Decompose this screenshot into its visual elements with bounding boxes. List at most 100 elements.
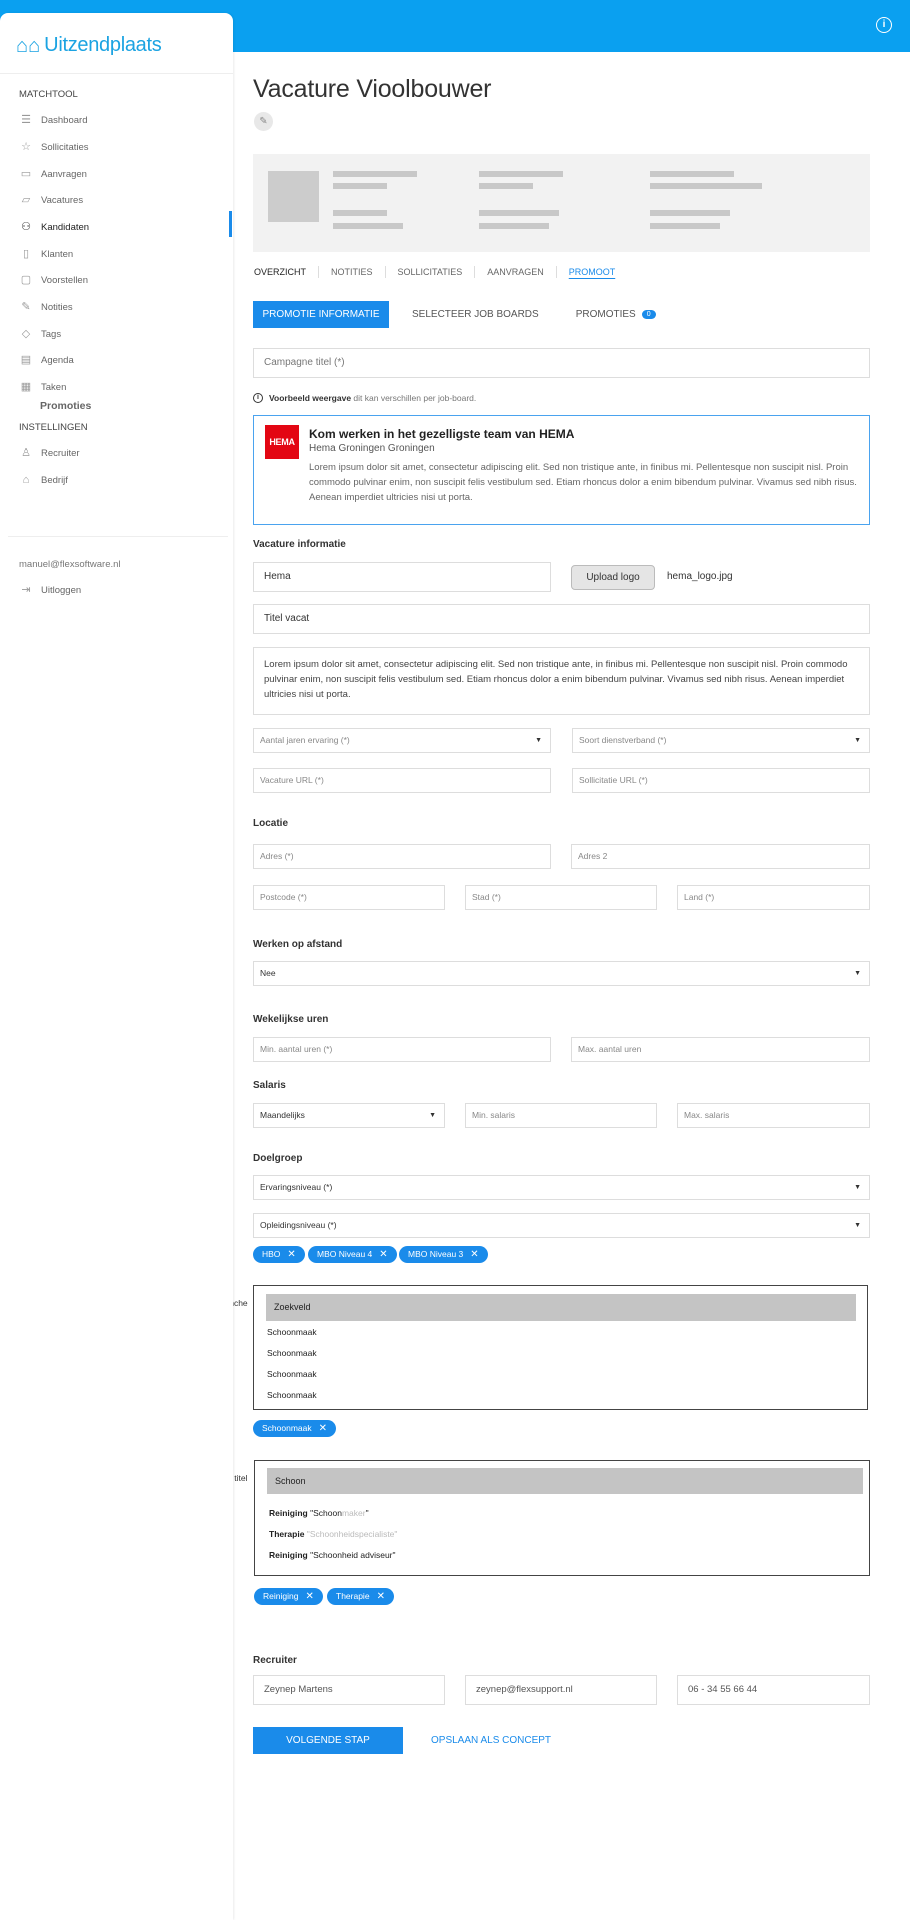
subtab-selecteer-job-boards[interactable]: SELECTEER JOB BOARDS (412, 309, 539, 320)
sidebar-item-promoties[interactable]: Promoties (40, 400, 91, 412)
vacancy-description-textarea[interactable]: Lorem ipsum dolor sit amet, consectetur … (253, 647, 870, 715)
branche-option[interactable]: Schoonmaak (267, 1327, 317, 1337)
logout-icon: ⇥ (21, 584, 31, 596)
functie-option[interactable]: Reiniging "Schoonheid adviseur" (269, 1550, 396, 1560)
option-match: "Schoon (304, 1529, 339, 1539)
sidebar-item-label: Klanten (41, 248, 74, 260)
chip-mbo-3[interactable]: MBO Niveau 3 ✕ (399, 1246, 488, 1263)
max-salary-input[interactable]: Max. salaris (677, 1103, 870, 1128)
sidebar-item-agenda[interactable]: ▤ Agenda (20, 354, 74, 366)
chat-icon: ▢ (20, 274, 32, 286)
address-input[interactable]: Adres (*) (253, 844, 551, 869)
tab-overzicht[interactable]: OVERZICHT (254, 266, 320, 278)
calendar-icon: ▤ (20, 354, 32, 366)
sidebar-item-aanvragen[interactable]: ▭ Aanvragen (20, 168, 87, 180)
sidebar-item-voorstellen[interactable]: ▢ Voorstellen (20, 274, 88, 286)
branche-search-input[interactable]: Zoekveld (266, 1294, 856, 1321)
promotion-subtabs: PROMOTIE INFORMATIE SELECTEER JOB BOARDS… (253, 301, 656, 328)
salary-period-select[interactable]: Maandelijks ▼ (253, 1103, 445, 1128)
sidebar-item-notities[interactable]: ✎ Notities (20, 301, 72, 313)
tab-promoot[interactable]: PROMOOT (557, 266, 628, 278)
preview-subtitle: Hema Groningen Groningen (309, 443, 435, 454)
functie-search-input[interactable]: Schoon (267, 1468, 863, 1494)
vacancy-title-input[interactable]: Titel vacat (253, 604, 870, 634)
city-input[interactable]: Stad (*) (465, 885, 657, 910)
logo[interactable]: ⌂⌂ Uitzendplaats (16, 34, 162, 57)
folder-icon: ▱ (21, 194, 31, 206)
close-icon[interactable]: ✕ (319, 1420, 327, 1437)
min-salary-input[interactable]: Min. salaris (465, 1103, 657, 1128)
sidebar-item-klanten[interactable]: ▯ Klanten (20, 248, 73, 260)
section-salary: Salaris (253, 1080, 286, 1091)
chip-reiniging[interactable]: Reiniging ✕ (254, 1588, 323, 1605)
tab-notities[interactable]: NOTITIES (319, 266, 386, 278)
close-icon[interactable]: ✕ (470, 1246, 478, 1263)
option-category: Reiniging (269, 1550, 308, 1560)
education-level-select[interactable]: Opleidingsniveau (*) ▼ (253, 1213, 870, 1238)
experience-level-select[interactable]: Ervaringsniveau (*) ▼ (253, 1175, 870, 1200)
next-step-button[interactable]: VOLGENDE STAP (253, 1727, 403, 1754)
branche-option[interactable]: Schoonmaak (267, 1348, 317, 1358)
building-icon: ▯ (22, 248, 30, 260)
close-icon[interactable]: ✕ (377, 1588, 385, 1605)
min-hours-input[interactable]: Min. aantal uren (*) (253, 1037, 551, 1062)
contract-select[interactable]: Soort dienstverband (*) ▼ (572, 728, 870, 753)
chip-therapie[interactable]: Therapie ✕ (327, 1588, 394, 1605)
close-icon[interactable]: ✕ (305, 1588, 313, 1605)
save-draft-link[interactable]: OPSLAAN ALS CONCEPT (431, 1735, 551, 1746)
placeholder-bar (650, 171, 734, 177)
section-recruiter: Recruiter (253, 1655, 297, 1666)
task-icon: ▦ (20, 381, 32, 393)
sidebar-item-recruiter[interactable]: ♙ Recruiter (20, 447, 79, 459)
sidebar-item-tags[interactable]: ◇ Tags (20, 328, 61, 340)
functie-option[interactable]: Reiniging "Schoonmaker" (269, 1508, 369, 1518)
option-quote: " (392, 1550, 396, 1560)
sidebar-item-taken[interactable]: ▦ Taken (20, 381, 67, 393)
country-input[interactable]: Land (*) (677, 885, 870, 910)
subtab-promoties[interactable]: PROMOTIES 0 (576, 309, 656, 320)
functie-option[interactable]: Therapie "Schoonheidspecialiste" (269, 1529, 397, 1539)
preview-body: Lorem ipsum dolor sit amet, consectetur … (309, 462, 857, 503)
chip-schoonmaak[interactable]: Schoonmaak ✕ (253, 1420, 337, 1437)
option-category: Reiniging (269, 1508, 308, 1518)
upload-logo-button[interactable]: Upload logo (571, 565, 655, 590)
chip-label: MBO Niveau 3 (408, 1249, 464, 1259)
address2-input[interactable]: Adres 2 (571, 844, 870, 869)
sidebar-item-bedrijf[interactable]: ⌂ Bedrijf (20, 474, 68, 486)
vacancy-url-input[interactable]: Vacature URL (*) (253, 768, 551, 793)
placeholder-bar (333, 223, 403, 229)
experience-select[interactable]: Aantal jaren ervaring (*) ▼ (253, 728, 551, 753)
sidebar-item-sollicitaties[interactable]: ☆ Sollicitaties (20, 141, 88, 153)
placeholder-bar (333, 210, 387, 216)
company-input[interactable]: Hema (253, 562, 551, 592)
sidebar-item-vacatures[interactable]: ▱ Vacatures (20, 194, 83, 206)
logout-link[interactable]: ⇥ Uitloggen (20, 584, 81, 596)
close-icon[interactable]: ✕ (287, 1246, 295, 1263)
subtab-promotie-informatie[interactable]: PROMOTIE INFORMATIE (253, 301, 389, 328)
edit-icon[interactable]: ✎ (254, 112, 273, 131)
divider (8, 536, 228, 537)
max-hours-input[interactable]: Max. aantal uren (571, 1037, 870, 1062)
subtab-label: PROMOTIES (575, 309, 636, 320)
close-icon[interactable]: ✕ (379, 1246, 387, 1263)
sidebar-item-kandidaten[interactable]: ⚇ Kandidaten (20, 221, 89, 233)
postcode-input[interactable]: Postcode (*) (253, 885, 445, 910)
tab-sollicitaties[interactable]: SOLLICITATIES (386, 266, 476, 278)
application-url-input[interactable]: Sollicitatie URL (*) (572, 768, 870, 793)
section-weekly-hours: Wekelijkse uren (253, 1014, 329, 1025)
recruiter-name-input[interactable]: Zeynep Martens (253, 1675, 445, 1705)
chip-hbo[interactable]: HBO ✕ (253, 1246, 305, 1263)
section-doelgroep: Doelgroep (253, 1153, 303, 1164)
placeholder-bar (479, 223, 549, 229)
recruiter-phone-input[interactable]: 06 - 34 55 66 44 (677, 1675, 870, 1705)
remote-select[interactable]: Nee ▼ (253, 961, 870, 986)
chip-mbo-4[interactable]: MBO Niveau 4 ✕ (308, 1246, 397, 1263)
branche-option[interactable]: Schoonmaak (267, 1390, 317, 1400)
info-icon[interactable]: i (876, 17, 892, 33)
recruiter-email-input[interactable]: zeynep@flexsupport.nl (465, 1675, 657, 1705)
sidebar-item-dashboard[interactable]: ☰ Dashboard (20, 114, 87, 126)
campaign-title-input[interactable]: Campagne titel (*) (253, 348, 870, 378)
branche-option[interactable]: Schoonmaak (267, 1369, 317, 1379)
subtab-label: SELECTEER JOB BOARDS (412, 309, 539, 320)
tab-aanvragen[interactable]: AANVRAGEN (475, 266, 557, 278)
